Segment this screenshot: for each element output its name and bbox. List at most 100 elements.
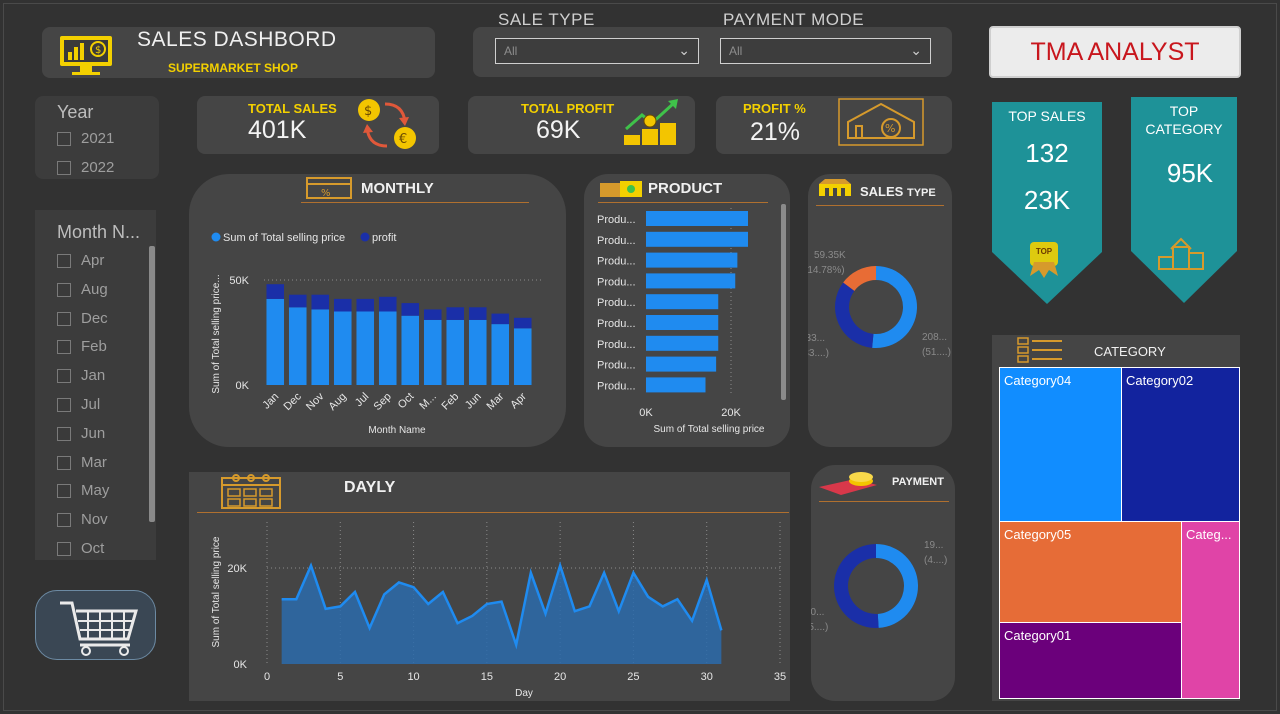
checkbox[interactable] bbox=[57, 132, 71, 146]
product-bar-chart: Produ... Produ... Produ... Produ... Produ...… bbox=[597, 208, 765, 435]
data-label: 208... bbox=[922, 332, 947, 343]
treemap-cell-category05[interactable]: Category05 bbox=[999, 521, 1182, 623]
month-option-nov[interactable]: Nov bbox=[57, 511, 156, 529]
month-option-feb[interactable]: Feb bbox=[57, 338, 156, 356]
svg-text:$: $ bbox=[364, 104, 372, 119]
treemap-label: Category01 bbox=[1004, 628, 1072, 643]
x-tick-label: 35 bbox=[774, 671, 786, 683]
area-fill bbox=[281, 565, 722, 664]
data-label: (33....) bbox=[808, 348, 829, 359]
y-tick-label: 0K bbox=[236, 380, 250, 392]
month-option-apr[interactable]: Apr bbox=[57, 252, 156, 270]
treemap-label: Category02 bbox=[1126, 373, 1194, 388]
bar-profit bbox=[468, 307, 487, 320]
top-category-value: 95K bbox=[1166, 158, 1214, 188]
data-label: 20... bbox=[811, 607, 824, 618]
daily-panel: DAYLY 0 5 10 15 20 25 30 35 20K 0K Sum of Total se… bbox=[189, 472, 790, 701]
bar-selling-price bbox=[491, 324, 510, 385]
slicer-item-label: May bbox=[81, 482, 110, 500]
bar-selling-price bbox=[356, 311, 375, 385]
slicer-item-label: Jan bbox=[81, 367, 106, 385]
legend-label: profit bbox=[372, 232, 396, 244]
percent-house-icon: % bbox=[838, 98, 924, 146]
month-option-jan[interactable]: Jan bbox=[57, 367, 156, 385]
bar-profit bbox=[311, 294, 330, 310]
kpi-profit-pct: PROFIT % 21% % bbox=[716, 96, 952, 154]
sales-type-donut: 59.35K (14.78%) 208... (51....) 133... (33...… bbox=[808, 250, 951, 359]
bar-selling-price bbox=[468, 319, 487, 385]
top-category-label-2: CATEGORY bbox=[1145, 121, 1223, 137]
donut-slice bbox=[834, 544, 879, 628]
bar-profit bbox=[446, 307, 465, 320]
x-axis-label: Day bbox=[515, 688, 533, 699]
month-slicer-scrollbar[interactable] bbox=[149, 246, 155, 522]
checkbox[interactable] bbox=[57, 398, 71, 412]
payment-mode-dropdown[interactable]: All ⌄ bbox=[720, 38, 931, 64]
year-option-2022[interactable]: 2022 bbox=[57, 159, 157, 177]
data-label: 59.35K bbox=[814, 250, 846, 261]
slicer-item-label: Jun bbox=[81, 424, 106, 442]
product-bar bbox=[646, 294, 719, 310]
bar-selling-price bbox=[423, 319, 442, 385]
bar-selling-price bbox=[513, 328, 532, 385]
x-tick-label: 0 bbox=[264, 671, 270, 683]
checkbox[interactable] bbox=[57, 340, 71, 355]
profit-growth-icon bbox=[624, 99, 678, 145]
top-sales-value-1: 132 bbox=[1025, 138, 1069, 168]
product-bar bbox=[646, 356, 717, 372]
kpi-total-profit-value: 69K bbox=[536, 116, 581, 144]
sale-type-dropdown[interactable]: All ⌄ bbox=[495, 38, 699, 64]
month-option-aug[interactable]: Aug bbox=[57, 281, 156, 299]
x-tick-label: 5 bbox=[337, 671, 343, 683]
checkbox[interactable] bbox=[57, 455, 71, 470]
donut-slice bbox=[876, 544, 919, 628]
checkbox[interactable] bbox=[57, 542, 71, 556]
top-sales-label: TOP SALES bbox=[1008, 108, 1086, 124]
checkbox[interactable] bbox=[57, 484, 71, 499]
checkbox[interactable] bbox=[57, 161, 71, 175]
x-tick-label: M... bbox=[417, 391, 438, 412]
data-label: (14.78%) bbox=[808, 265, 845, 276]
product-scrollbar[interactable] bbox=[781, 204, 786, 400]
page-title: SALES DASHBORD bbox=[137, 28, 337, 51]
x-tick-label: 10 bbox=[407, 671, 419, 683]
treemap-cell-category02[interactable]: Category02 bbox=[1121, 367, 1240, 522]
top-sales-badge: TOP bbox=[1035, 247, 1053, 256]
month-option-may[interactable]: May bbox=[57, 482, 156, 500]
kpi-total-profit-label: TOTAL PROFIT bbox=[521, 101, 615, 116]
slicer-item-label: Dec bbox=[81, 309, 108, 327]
data-label: 19... bbox=[924, 540, 943, 551]
checkbox[interactable] bbox=[57, 426, 71, 441]
bar-profit bbox=[401, 303, 420, 316]
year-option-2021[interactable]: 2021 bbox=[57, 130, 157, 148]
x-tick-label: 15 bbox=[481, 671, 493, 683]
data-label: (51....) bbox=[922, 347, 951, 358]
month-option-dec[interactable]: Dec bbox=[57, 310, 156, 328]
checkbox[interactable] bbox=[57, 254, 71, 268]
month-option-oct[interactable]: Oct bbox=[57, 540, 156, 558]
month-option-mar[interactable]: Mar bbox=[57, 454, 156, 472]
kpi-total-sales: TOTAL SALES 401K $ € bbox=[197, 96, 439, 154]
treemap-cell-category04[interactable]: Category04 bbox=[999, 367, 1122, 522]
category-title: CATEGORY bbox=[1094, 344, 1166, 359]
treemap-cell-category01[interactable]: Category01 bbox=[999, 622, 1182, 699]
checkbox[interactable] bbox=[57, 369, 71, 384]
bar-profit bbox=[378, 296, 397, 312]
product-bar bbox=[646, 377, 706, 393]
checkbox[interactable] bbox=[57, 311, 71, 326]
month-option-jun[interactable]: Jun bbox=[57, 425, 156, 443]
monthly-bar-chart: Sum of Total selling price profit 50K 0K Sum… bbox=[211, 232, 544, 436]
x-tick-label: Mar bbox=[484, 390, 506, 412]
month-option-jul[interactable]: Jul bbox=[57, 396, 156, 414]
checkbox[interactable] bbox=[57, 282, 71, 297]
bar-selling-price bbox=[288, 307, 307, 385]
data-label: 133... bbox=[808, 333, 825, 344]
product-panel: PRODUCT Produ... Produ... Produ... Produ...… bbox=[584, 174, 790, 447]
treemap-label: Category04 bbox=[1004, 373, 1072, 388]
x-tick-label: 30 bbox=[701, 671, 713, 683]
chevron-down-icon: ⌄ bbox=[678, 42, 690, 58]
cart-button[interactable] bbox=[35, 590, 156, 660]
treemap-cell-category03[interactable]: Categ... bbox=[1181, 521, 1240, 699]
svg-text:$: $ bbox=[95, 45, 101, 56]
checkbox[interactable] bbox=[57, 513, 71, 528]
